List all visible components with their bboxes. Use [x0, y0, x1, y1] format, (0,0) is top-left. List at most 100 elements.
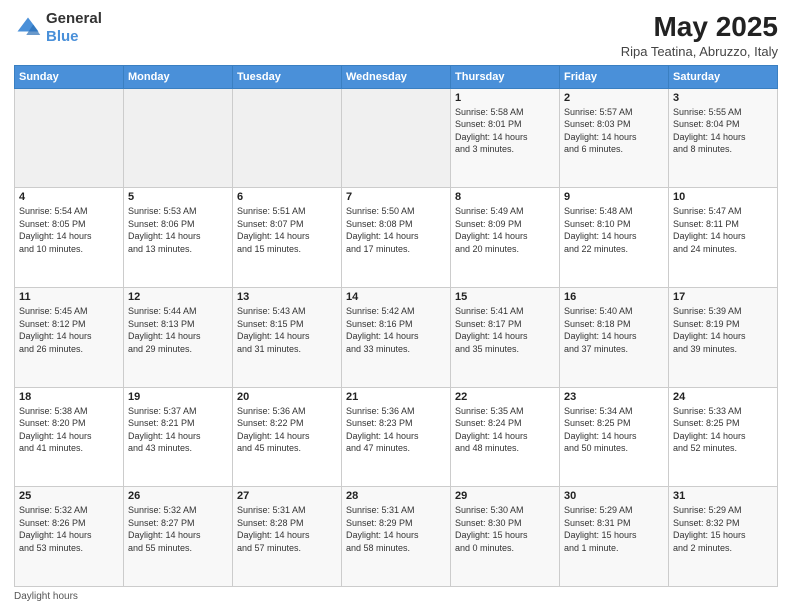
calendar-cell: 28 Sunrise: 5:31 AM Sunset: 8:29 PM Dayli…: [342, 487, 451, 587]
day-info: Sunrise: 5:57 AM Sunset: 8:03 PM Dayligh…: [564, 106, 664, 156]
page: General Blue May 2025 Ripa Teatina, Abru…: [0, 0, 792, 612]
day-info: Sunrise: 5:33 AM Sunset: 8:25 PM Dayligh…: [673, 405, 773, 455]
day-number: 26: [128, 490, 228, 502]
day-info: Sunrise: 5:29 AM Sunset: 8:32 PM Dayligh…: [673, 504, 773, 554]
weekday-header-monday: Monday: [124, 65, 233, 88]
day-info: Sunrise: 5:39 AM Sunset: 8:19 PM Dayligh…: [673, 305, 773, 355]
day-info: Sunrise: 5:41 AM Sunset: 8:17 PM Dayligh…: [455, 305, 555, 355]
day-number: 29: [455, 490, 555, 502]
day-info: Sunrise: 5:43 AM Sunset: 8:15 PM Dayligh…: [237, 305, 337, 355]
calendar-cell: 26 Sunrise: 5:32 AM Sunset: 8:27 PM Dayli…: [124, 487, 233, 587]
calendar-week-3: 11Sunrise: 5:45 AM Sunset: 8:12 PM Dayli…: [15, 287, 778, 387]
day-number: 12: [128, 291, 228, 303]
day-number: 19: [128, 391, 228, 403]
day-number: 10: [673, 191, 773, 203]
calendar-cell: 13 Sunrise: 5:43 AM Sunset: 8:15 PM Dayli…: [233, 287, 342, 387]
calendar-cell: 10 Sunrise: 5:47 AM Sunset: 8:11 PM Dayli…: [669, 188, 778, 288]
day-number: 25: [19, 490, 119, 502]
day-number: 6: [237, 191, 337, 203]
calendar-week-2: 4Sunrise: 5:54 AM Sunset: 8:05 PM Daylig…: [15, 188, 778, 288]
day-info: Sunrise: 5:50 AM Sunset: 8:08 PM Dayligh…: [346, 205, 446, 255]
calendar-table: SundayMondayTuesdayWednesdayThursdayFrid…: [14, 65, 778, 587]
day-number: 5: [128, 191, 228, 203]
weekday-header-saturday: Saturday: [669, 65, 778, 88]
calendar-cell: 7 Sunrise: 5:50 AM Sunset: 8:08 PM Daylig…: [342, 188, 451, 288]
calendar-cell: 27 Sunrise: 5:31 AM Sunset: 8:28 PM Dayli…: [233, 487, 342, 587]
logo-icon: [14, 14, 42, 42]
weekday-header-sunday: Sunday: [15, 65, 124, 88]
day-info: Sunrise: 5:49 AM Sunset: 8:09 PM Dayligh…: [455, 205, 555, 255]
day-number: 7: [346, 191, 446, 203]
day-info: Sunrise: 5:58 AM Sunset: 8:01 PM Dayligh…: [455, 106, 555, 156]
calendar-week-4: 18 Sunrise: 5:38 AM Sunset: 8:20 PM Dayli…: [15, 387, 778, 487]
day-number: 14: [346, 291, 446, 303]
day-info: Sunrise: 5:32 AM Sunset: 8:26 PM Dayligh…: [19, 504, 119, 554]
day-number: 13: [237, 291, 337, 303]
day-number: 30: [564, 490, 664, 502]
calendar-cell: 16 Sunrise: 5:40 AM Sunset: 8:18 PM Dayli…: [560, 287, 669, 387]
day-number: 27: [237, 490, 337, 502]
day-number: 20: [237, 391, 337, 403]
day-info: Sunrise: 5:45 AM Sunset: 8:12 PM Dayligh…: [19, 305, 119, 355]
calendar-cell: 4Sunrise: 5:54 AM Sunset: 8:05 PM Daylig…: [15, 188, 124, 288]
day-info: Sunrise: 5:31 AM Sunset: 8:28 PM Dayligh…: [237, 504, 337, 554]
day-info: Sunrise: 5:35 AM Sunset: 8:24 PM Dayligh…: [455, 405, 555, 455]
day-number: 17: [673, 291, 773, 303]
day-info: Sunrise: 5:44 AM Sunset: 8:13 PM Dayligh…: [128, 305, 228, 355]
calendar-cell: 9Sunrise: 5:48 AM Sunset: 8:10 PM Daylig…: [560, 188, 669, 288]
day-info: Sunrise: 5:53 AM Sunset: 8:06 PM Dayligh…: [128, 205, 228, 255]
day-number: 8: [455, 191, 555, 203]
day-number: 18: [19, 391, 119, 403]
calendar-week-5: 25 Sunrise: 5:32 AM Sunset: 8:26 PM Dayli…: [15, 487, 778, 587]
calendar-cell: 8 Sunrise: 5:49 AM Sunset: 8:09 PM Daylig…: [451, 188, 560, 288]
day-info: Sunrise: 5:38 AM Sunset: 8:20 PM Dayligh…: [19, 405, 119, 455]
day-info: Sunrise: 5:31 AM Sunset: 8:29 PM Dayligh…: [346, 504, 446, 554]
calendar-cell: 25 Sunrise: 5:32 AM Sunset: 8:26 PM Dayli…: [15, 487, 124, 587]
calendar-cell: 11Sunrise: 5:45 AM Sunset: 8:12 PM Dayli…: [15, 287, 124, 387]
day-number: 2: [564, 92, 664, 104]
day-info: Sunrise: 5:40 AM Sunset: 8:18 PM Dayligh…: [564, 305, 664, 355]
day-info: Sunrise: 5:51 AM Sunset: 8:07 PM Dayligh…: [237, 205, 337, 255]
weekday-header-friday: Friday: [560, 65, 669, 88]
calendar-cell: [233, 88, 342, 188]
weekday-header-thursday: Thursday: [451, 65, 560, 88]
calendar-cell: [124, 88, 233, 188]
calendar-cell: 12 Sunrise: 5:44 AM Sunset: 8:13 PM Dayli…: [124, 287, 233, 387]
day-info: Sunrise: 5:47 AM Sunset: 8:11 PM Dayligh…: [673, 205, 773, 255]
logo-general-text: General: [46, 10, 102, 28]
calendar-cell: 5 Sunrise: 5:53 AM Sunset: 8:06 PM Daylig…: [124, 188, 233, 288]
logo: General Blue: [14, 10, 102, 46]
title-block: May 2025 Ripa Teatina, Abruzzo, Italy: [621, 10, 778, 59]
calendar-cell: [342, 88, 451, 188]
day-info: Sunrise: 5:55 AM Sunset: 8:04 PM Dayligh…: [673, 106, 773, 156]
weekday-header-row: SundayMondayTuesdayWednesdayThursdayFrid…: [15, 65, 778, 88]
calendar-cell: 14 Sunrise: 5:42 AM Sunset: 8:16 PM Dayli…: [342, 287, 451, 387]
calendar-cell: 20 Sunrise: 5:36 AM Sunset: 8:22 PM Dayli…: [233, 387, 342, 487]
month-title: May 2025: [621, 10, 778, 44]
calendar-cell: 24 Sunrise: 5:33 AM Sunset: 8:25 PM Dayli…: [669, 387, 778, 487]
calendar-cell: [15, 88, 124, 188]
day-info: Sunrise: 5:54 AM Sunset: 8:05 PM Dayligh…: [19, 205, 119, 255]
weekday-header-wednesday: Wednesday: [342, 65, 451, 88]
day-number: 24: [673, 391, 773, 403]
day-number: 3: [673, 92, 773, 104]
calendar-cell: 2 Sunrise: 5:57 AM Sunset: 8:03 PM Daylig…: [560, 88, 669, 188]
day-number: 1: [455, 92, 555, 104]
calendar-cell: 15Sunrise: 5:41 AM Sunset: 8:17 PM Dayli…: [451, 287, 560, 387]
location-subtitle: Ripa Teatina, Abruzzo, Italy: [621, 44, 778, 59]
calendar-cell: 17 Sunrise: 5:39 AM Sunset: 8:19 PM Dayli…: [669, 287, 778, 387]
header: General Blue May 2025 Ripa Teatina, Abru…: [14, 10, 778, 59]
day-number: 28: [346, 490, 446, 502]
calendar-cell: 21 Sunrise: 5:36 AM Sunset: 8:23 PM Dayli…: [342, 387, 451, 487]
day-info: Sunrise: 5:42 AM Sunset: 8:16 PM Dayligh…: [346, 305, 446, 355]
day-info: Sunrise: 5:37 AM Sunset: 8:21 PM Dayligh…: [128, 405, 228, 455]
day-info: Sunrise: 5:32 AM Sunset: 8:27 PM Dayligh…: [128, 504, 228, 554]
calendar-cell: 31Sunrise: 5:29 AM Sunset: 8:32 PM Dayli…: [669, 487, 778, 587]
day-info: Sunrise: 5:36 AM Sunset: 8:22 PM Dayligh…: [237, 405, 337, 455]
footer-note: Daylight hours: [14, 591, 778, 602]
day-info: Sunrise: 5:30 AM Sunset: 8:30 PM Dayligh…: [455, 504, 555, 554]
day-info: Sunrise: 5:34 AM Sunset: 8:25 PM Dayligh…: [564, 405, 664, 455]
day-number: 16: [564, 291, 664, 303]
day-number: 21: [346, 391, 446, 403]
day-info: Sunrise: 5:36 AM Sunset: 8:23 PM Dayligh…: [346, 405, 446, 455]
